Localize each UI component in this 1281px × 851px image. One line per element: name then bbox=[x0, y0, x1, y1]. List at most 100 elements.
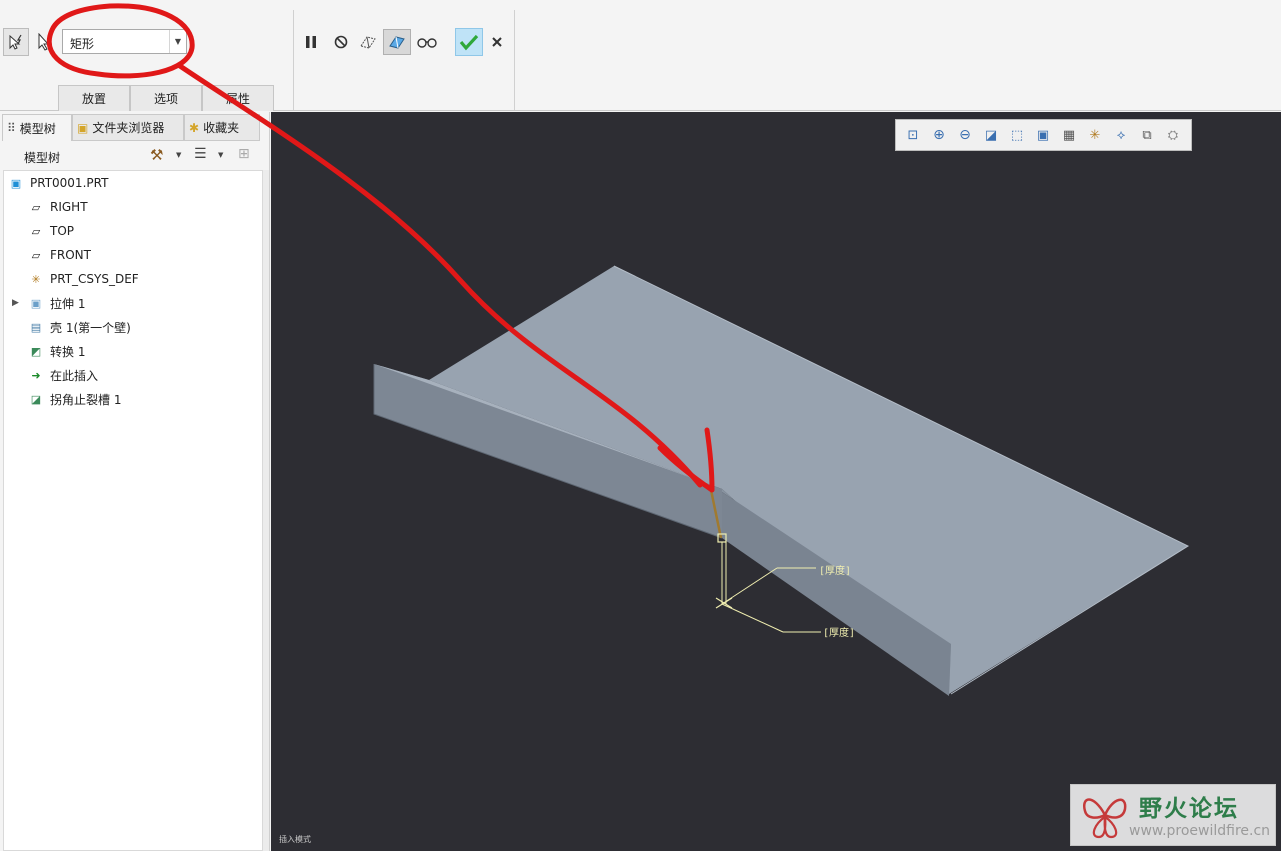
tree-item-extrude[interactable]: ▶ ▣ 拉伸 1 bbox=[12, 292, 85, 314]
datum-display-icon: ✳ bbox=[1089, 127, 1101, 143]
model-tree: ▣ PRT0001.PRT ▱ RIGHT ▱ TOP ▱ FRONT ✳ PRT_CSY… bbox=[3, 170, 263, 851]
tab-folder-browser[interactable]: ▣ 文件夹浏览器 bbox=[72, 114, 184, 141]
navigator-panel: ⠿ 模型树 ▣ 文件夹浏览器 ✱ 收藏夹 模型树 ⚒ ▼ ☰ ▼ ⊞ ▣ PRT0001… bbox=[0, 112, 270, 851]
tab-favorites[interactable]: ✱ 收藏夹 bbox=[184, 114, 260, 141]
chevron-down-icon[interactable]: ▼ bbox=[176, 151, 181, 159]
base-flange-face bbox=[429, 266, 1188, 694]
tree-item-top[interactable]: ▱ TOP bbox=[28, 220, 74, 242]
zoom-in-button[interactable]: ⊕ bbox=[928, 124, 950, 146]
datum-plane-icon: ▱ bbox=[31, 248, 41, 262]
select-filter-button[interactable] bbox=[3, 28, 29, 56]
model-geometry: [厚度] [厚度] bbox=[373, 265, 1190, 696]
tree-item-label: TOP bbox=[50, 224, 75, 238]
perspective-button[interactable]: ⛭ bbox=[1162, 124, 1184, 146]
no-preview-icon bbox=[334, 35, 348, 49]
tree-item-insert-here[interactable]: ➜ 在此插入 bbox=[28, 364, 98, 386]
tree-item-label: FRONT bbox=[50, 248, 91, 262]
navigator-tabs: ⠿ 模型树 ▣ 文件夹浏览器 ✱ 收藏夹 bbox=[0, 112, 270, 141]
annotation-display-button[interactable]: ⧉ bbox=[1136, 124, 1158, 146]
tree-filter-icon[interactable]: ⊞ bbox=[238, 146, 250, 162]
display-style-button[interactable]: ▣ bbox=[1032, 124, 1054, 146]
tree-item-front[interactable]: ▱ FRONT bbox=[28, 244, 91, 266]
tree-item-part[interactable]: ▣ PRT0001.PRT bbox=[8, 172, 109, 194]
expand-arrow-icon[interactable]: ▶ bbox=[12, 298, 28, 308]
spin-center-icon: ⟡ bbox=[1116, 127, 1126, 143]
extrude-icon: ▣ bbox=[30, 296, 42, 310]
saved-orientations-button[interactable]: ⬚ bbox=[1006, 124, 1028, 146]
zoom-out-button[interactable]: ⊖ bbox=[954, 124, 976, 146]
verify-mode-button[interactable] bbox=[415, 31, 439, 53]
wireframe-preview-icon bbox=[360, 36, 376, 49]
dimension-thickness-label[interactable]: [厚度] bbox=[819, 564, 851, 577]
dimension-thickness-label[interactable]: [厚度] bbox=[823, 626, 855, 639]
tab-model-tree-label: 模型树 bbox=[19, 121, 56, 136]
tab-options[interactable]: 选项 bbox=[130, 85, 202, 111]
model-tree-icon: ⠿ bbox=[7, 121, 16, 135]
convert-icon: ◩ bbox=[30, 344, 42, 358]
shape-type-dropdown[interactable]: 矩形 ▼ bbox=[62, 29, 187, 54]
tree-item-label: RIGHT bbox=[50, 200, 88, 214]
tree-title: 模型树 bbox=[24, 151, 61, 165]
graphics-window[interactable]: [厚度] [厚度] ⊡ ⊕ ⊖ ◪ ⬚ ▣ ▦ ✳ ⟡ ⧉ ⛭ 插入模式 bbox=[271, 112, 1281, 851]
zoom-out-icon: ⊖ bbox=[959, 127, 971, 143]
tab-folder-browser-label: 文件夹浏览器 bbox=[92, 121, 165, 135]
tree-item-shell[interactable]: ▤ 壳 1(第一个壁) bbox=[28, 316, 131, 338]
select-arrow-button[interactable] bbox=[34, 30, 54, 54]
favorites-icon: ✱ bbox=[189, 120, 200, 135]
datum-plane-icon: ▱ bbox=[31, 224, 41, 238]
tree-item-label: 拉伸 1 bbox=[50, 296, 86, 311]
part-icon: ▣ bbox=[10, 176, 22, 190]
repaint-button[interactable]: ◪ bbox=[980, 124, 1002, 146]
tree-item-label: 转换 1 bbox=[50, 344, 86, 359]
spin-center-button[interactable]: ⟡ bbox=[1110, 124, 1132, 146]
view-toolbar: ⊡ ⊕ ⊖ ◪ ⬚ ▣ ▦ ✳ ⟡ ⧉ ⛭ bbox=[895, 119, 1192, 151]
shell-icon: ▤ bbox=[30, 320, 42, 334]
tab-model-tree[interactable]: ⠿ 模型树 bbox=[2, 114, 72, 141]
tab-properties[interactable]: 属性 bbox=[202, 85, 274, 111]
chevron-down-icon[interactable]: ▼ bbox=[218, 151, 223, 159]
dimension-leader bbox=[721, 603, 784, 633]
navigator-scrollbar[interactable] bbox=[263, 170, 269, 851]
feature-dashboard: 矩形 ▼ 放置 选项 属性 bbox=[0, 0, 1281, 111]
zoom-in-icon: ⊕ bbox=[933, 127, 945, 143]
display-style-icon: ▣ bbox=[1036, 127, 1050, 143]
tree-item-convert[interactable]: ◩ 转换 1 bbox=[28, 340, 86, 362]
watermark-title: 野火论坛 bbox=[1139, 796, 1239, 822]
show-list-icon[interactable]: ☰ bbox=[194, 146, 207, 162]
cancel-button[interactable] bbox=[487, 32, 507, 52]
tree-item-corner-relief[interactable]: ◪ 拐角止裂槽 1 bbox=[28, 388, 122, 410]
tree-item-csys[interactable]: ✳ PRT_CSYS_DEF bbox=[28, 268, 139, 290]
shaded-preview-icon bbox=[389, 36, 405, 49]
refit-icon: ⊡ bbox=[907, 127, 919, 143]
divider bbox=[293, 10, 294, 110]
chevron-down-icon[interactable]: ▼ bbox=[169, 30, 186, 53]
view-cube-icon: ⬚ bbox=[1010, 127, 1024, 143]
datum-display-button[interactable]: ✳ bbox=[1084, 124, 1106, 146]
tree-toolbar: 模型树 ⚒ ▼ ☰ ▼ ⊞ bbox=[0, 142, 265, 170]
glasses-icon bbox=[417, 38, 437, 48]
verify-preview-button[interactable] bbox=[383, 29, 411, 55]
insert-here-arrow-icon: ➜ bbox=[31, 368, 41, 382]
no-preview-button[interactable] bbox=[330, 31, 352, 53]
tree-item-label: PRT_CSYS_DEF bbox=[50, 272, 139, 286]
repaint-icon: ◪ bbox=[984, 127, 998, 143]
tab-placement[interactable]: 放置 bbox=[58, 85, 130, 111]
tree-item-right[interactable]: ▱ RIGHT bbox=[28, 196, 88, 218]
settings-tools-icon[interactable]: ⚒ bbox=[150, 146, 163, 164]
close-icon bbox=[492, 37, 502, 47]
confirm-button[interactable] bbox=[455, 28, 483, 56]
separate-preview-button[interactable] bbox=[356, 31, 380, 53]
perspective-icon: ⛭ bbox=[1167, 127, 1179, 143]
tab-favorites-label: 收藏夹 bbox=[203, 121, 240, 135]
lightning-cursor-icon bbox=[9, 34, 22, 50]
forum-watermark: 野火论坛 www.proewildfire.cn bbox=[1070, 784, 1276, 846]
datum-plane-icon: ▱ bbox=[31, 200, 41, 214]
divider bbox=[514, 10, 515, 110]
refit-button[interactable]: ⊡ bbox=[902, 124, 924, 146]
pause-button[interactable] bbox=[300, 31, 322, 53]
shape-type-value: 矩形 bbox=[70, 37, 95, 51]
view-manager-button[interactable]: ▦ bbox=[1058, 124, 1080, 146]
view-manager-icon: ▦ bbox=[1062, 127, 1076, 143]
watermark-url: www.proewildfire.cn bbox=[1129, 823, 1271, 839]
annotation-icon: ⧉ bbox=[1142, 127, 1152, 143]
